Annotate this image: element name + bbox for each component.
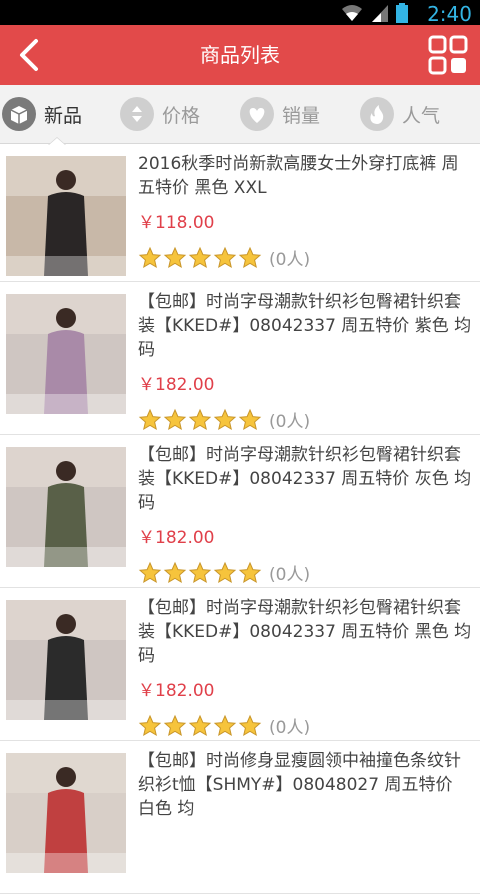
battery-icon [396,3,408,23]
heart-icon [240,97,274,131]
product-price: ￥182.00 [138,528,215,548]
flame-icon [360,97,394,131]
price-sort-icon [120,97,154,131]
star-icon [138,714,162,736]
product-item[interactable]: 【包邮】时尚字母潮款针织衫包臀裙针织套装【KKED#】08042337 周五特价… [0,588,480,741]
tab-price-label: 价格 [162,104,201,127]
star-rating [138,246,263,270]
star-icon [238,714,262,736]
product-rating: (0人) [138,407,472,432]
wifi-icon [342,5,362,21]
page-title: 商品列表 [200,43,280,67]
star-icon [188,561,212,583]
star-icon [238,408,262,430]
star-icon [213,561,237,583]
title-bar: 商品列表 [0,25,480,85]
star-rating [138,561,263,585]
product-item[interactable]: 【包邮】时尚字母潮款针织衫包臀裙针织套装【KKED#】08042337 周五特价… [0,435,480,588]
star-icon [213,714,237,736]
star-rating [138,408,263,432]
grid-view-button[interactable] [428,35,468,75]
product-photo[interactable] [6,753,126,873]
star-icon [163,246,187,268]
tab-popularity[interactable]: 人气 [360,85,440,143]
product-price: ￥182.00 [138,681,215,701]
product-info: 【包邮】时尚字母潮款针织衫包臀裙针织套装【KKED#】08042337 周五特价… [138,443,472,585]
star-icon [238,561,262,583]
star-icon [188,714,212,736]
product-rating: (0人) [138,560,472,585]
box-icon [2,97,36,131]
product-rating: (0人) [138,713,472,738]
star-icon [213,246,237,268]
sort-bar: 新品 价格 销量 人气 [0,85,480,144]
product-price: ￥182.00 [138,375,215,395]
star-icon [163,714,187,736]
tab-new-label: 新品 [44,104,83,127]
star-icon [138,561,162,583]
product-info: 【包邮】时尚修身显瘦圆领中袖撞色条纹针织衫t恤【SHMY#】08048027 周… [138,749,472,829]
product-item[interactable]: 2016秋季时尚新款高腰女士外穿打底裤 周五特价 黑色 XXL ￥118.00 (0… [0,144,480,282]
product-name: 【包邮】时尚字母潮款针织衫包臀裙针织套装【KKED#】08042337 周五特价… [138,292,472,360]
product-list[interactable]: 2016秋季时尚新款高腰女士外穿打底裤 周五特价 黑色 XXL ￥118.00 (0… [0,144,480,894]
tab-popularity-label: 人气 [402,104,441,127]
star-icon [213,408,237,430]
signal-icon [372,5,388,22]
product-name: 2016秋季时尚新款高腰女士外穿打底裤 周五特价 黑色 XXL [138,154,459,198]
tab-price[interactable]: 价格 [120,85,200,143]
star-icon [188,408,212,430]
tab-sales-label: 销量 [282,104,321,127]
rating-count: (0人) [269,250,311,270]
product-name: 【包邮】时尚修身显瘦圆领中袖撞色条纹针织衫t恤【SHMY#】08048027 周… [138,751,461,819]
rating-count: (0人) [269,412,311,432]
product-info: 【包邮】时尚字母潮款针织衫包臀裙针织套装【KKED#】08042337 周五特价… [138,290,472,432]
product-photo[interactable] [6,447,126,567]
product-info: 【包邮】时尚字母潮款针织衫包臀裙针织套装【KKED#】08042337 周五特价… [138,596,472,738]
product-name: 【包邮】时尚字母潮款针织衫包臀裙针织套装【KKED#】08042337 周五特价… [138,598,472,666]
star-icon [163,408,187,430]
product-price: ￥118.00 [138,213,215,233]
rating-count: (0人) [269,718,311,738]
product-info: 2016秋季时尚新款高腰女士外穿打底裤 周五特价 黑色 XXL ￥118.00 (0… [138,152,472,270]
status-icons [340,3,408,23]
status-time: 2:40 [427,2,472,26]
star-rating [138,714,263,738]
tab-new[interactable]: 新品 [2,85,82,143]
product-photo[interactable] [6,156,126,276]
star-icon [138,408,162,430]
status-bar: 2:40 [0,0,480,26]
star-icon [138,246,162,268]
product-name: 【包邮】时尚字母潮款针织衫包臀裙针织套装【KKED#】08042337 周五特价… [138,445,472,513]
star-icon [238,246,262,268]
product-photo[interactable] [6,294,126,414]
rating-count: (0人) [269,565,311,585]
product-item[interactable]: 【包邮】时尚修身显瘦圆领中袖撞色条纹针织衫t恤【SHMY#】08048027 周… [0,741,480,894]
star-icon [188,246,212,268]
product-item[interactable]: 【包邮】时尚字母潮款针织衫包臀裙针织套装【KKED#】08042337 周五特价… [0,282,480,435]
star-icon [163,561,187,583]
product-rating: (0人) [138,245,472,270]
product-photo[interactable] [6,600,126,720]
tab-sales[interactable]: 销量 [240,85,320,143]
